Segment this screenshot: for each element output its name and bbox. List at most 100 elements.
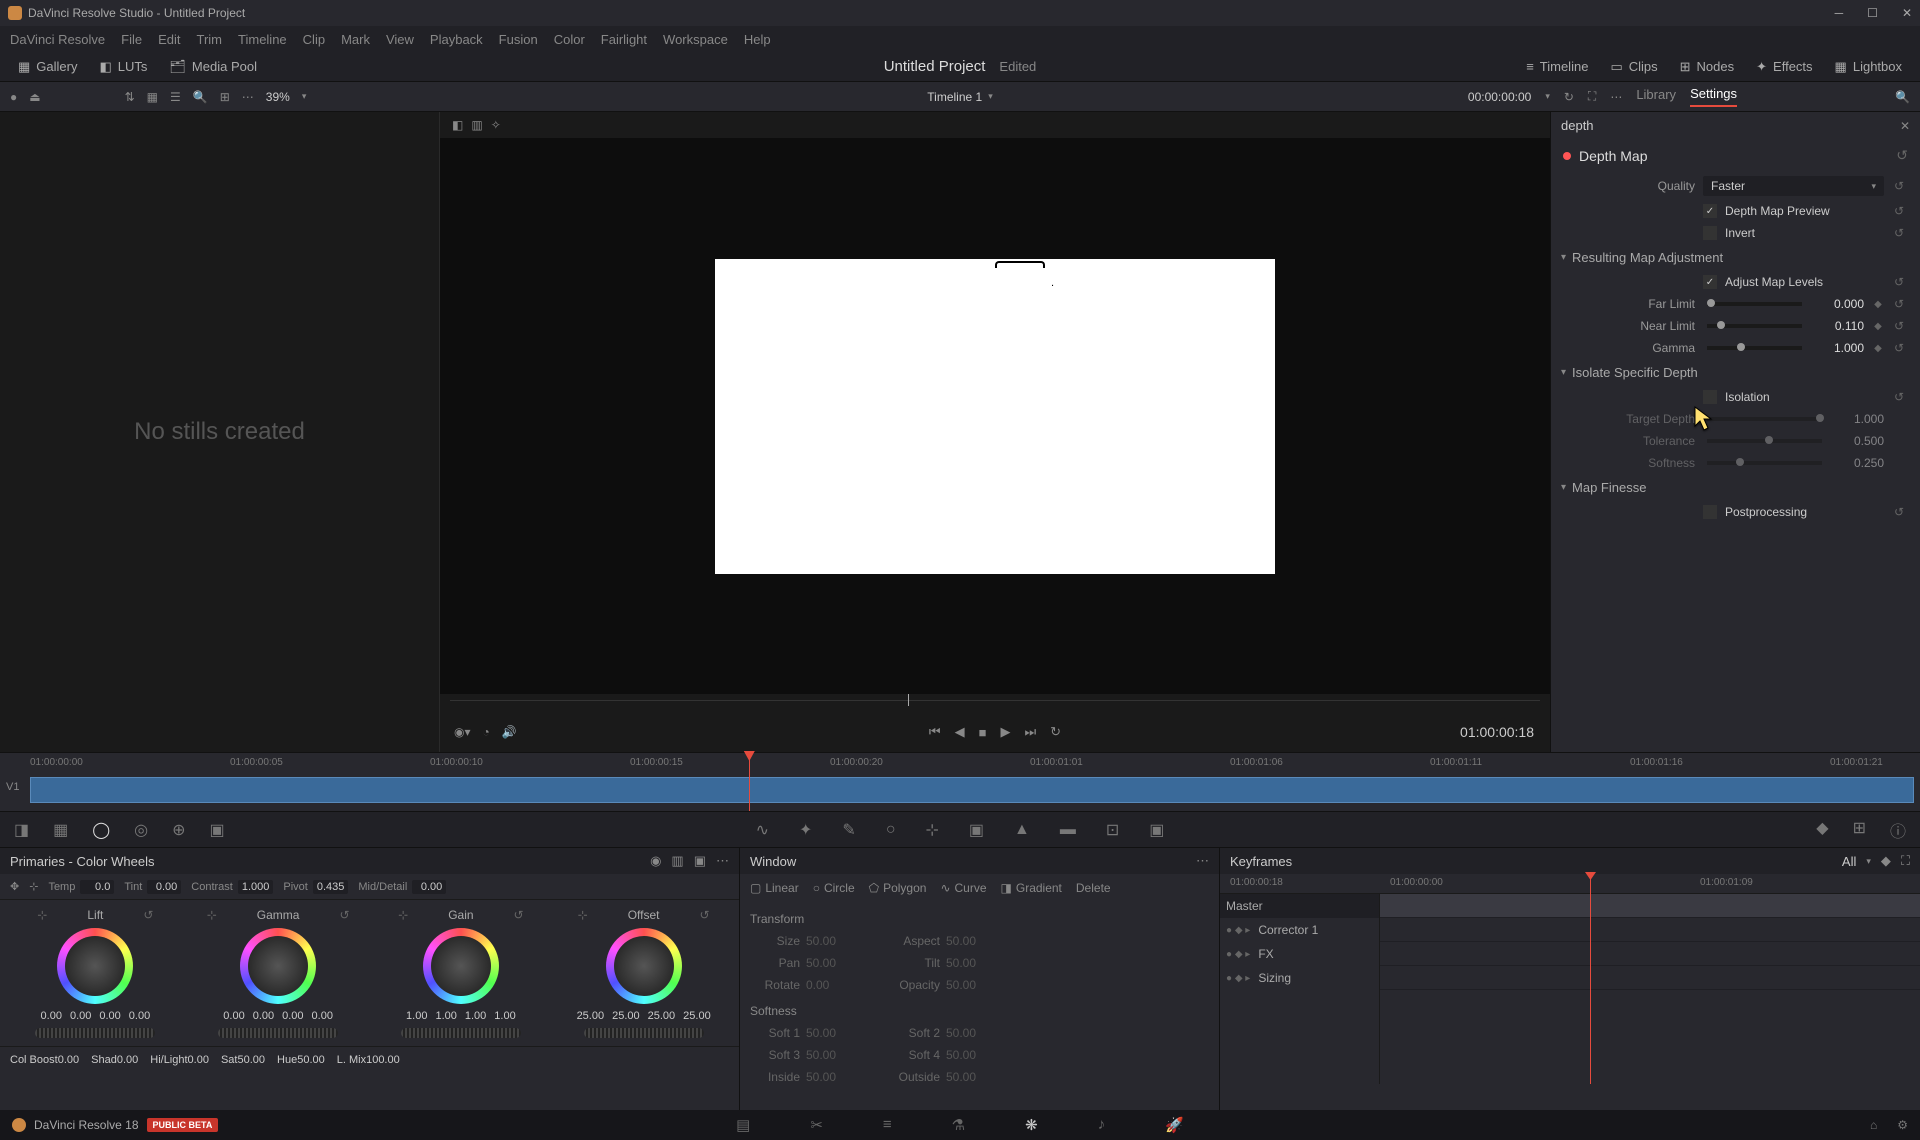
reset-icon[interactable]: ↺ xyxy=(514,908,524,922)
chevron-down-icon[interactable]: ▾ xyxy=(988,91,993,102)
viewer-timecode[interactable]: 00:00:00:00 xyxy=(1468,90,1531,104)
window-close[interactable]: ✕ xyxy=(1902,6,1912,20)
loop-icon[interactable]: ↻ xyxy=(1564,90,1574,104)
keyframe-icon[interactable]: ◆ xyxy=(1872,321,1884,332)
temp-value[interactable]: 0.0 xyxy=(80,880,114,894)
menu-workspace[interactable]: Workspace xyxy=(663,32,728,47)
page-color-icon[interactable]: ❋ xyxy=(1025,1116,1038,1134)
keyframes-filter[interactable]: All xyxy=(1842,854,1856,869)
bars-mode-icon[interactable]: ▥ xyxy=(671,853,683,869)
clear-search-icon[interactable]: ✕ xyxy=(1900,119,1910,133)
search-icon[interactable]: 🔍 xyxy=(193,90,208,104)
near-limit-slider[interactable] xyxy=(1707,324,1802,328)
wheel-val[interactable]: 0.00 xyxy=(70,1010,91,1022)
sizing-icon[interactable]: ⊡ xyxy=(1106,820,1119,840)
menu-edit[interactable]: Edit xyxy=(158,32,180,47)
shad-value[interactable]: 0.00 xyxy=(117,1054,138,1066)
sat-value[interactable]: 50.00 xyxy=(237,1054,265,1066)
wheel-val[interactable]: 0.00 xyxy=(129,1010,150,1022)
wheel-val[interactable]: 0.00 xyxy=(253,1010,274,1022)
page-fairlight-icon[interactable]: ♪ xyxy=(1098,1116,1106,1134)
window-icon[interactable]: ○ xyxy=(886,821,896,839)
wheel-val[interactable]: 0.00 xyxy=(223,1010,244,1022)
wheel-val[interactable]: 25.00 xyxy=(612,1010,640,1022)
prev-frame-icon[interactable]: ◀ xyxy=(955,724,965,740)
key-icon[interactable]: ▬ xyxy=(1060,821,1076,839)
viewer-scrubber[interactable] xyxy=(450,694,1540,708)
reset-icon[interactable]: ↺ xyxy=(1892,226,1906,240)
zoom-value[interactable]: 39% xyxy=(266,90,290,104)
more-icon[interactable]: ⋯ xyxy=(242,90,254,104)
page-fusion-icon[interactable]: ⚗ xyxy=(952,1116,965,1134)
contrast-value[interactable]: 1.000 xyxy=(238,880,274,894)
section-isolate-header[interactable]: ▾ Isolate Specific Depth xyxy=(1551,359,1920,386)
reset-icon[interactable]: ↺ xyxy=(1892,390,1906,404)
wheel-val[interactable]: 25.00 xyxy=(683,1010,711,1022)
play-icon[interactable]: ▶ xyxy=(1000,724,1010,740)
reset-icon[interactable]: ↺ xyxy=(143,908,153,922)
menu-file[interactable]: File xyxy=(121,32,142,47)
kf-tree-fx[interactable]: ● ◆ ▸FX xyxy=(1220,942,1379,966)
curves-icon[interactable]: ∿ xyxy=(756,820,769,840)
keyframe-icon[interactable]: ◆ xyxy=(1872,299,1884,310)
chevron-down-icon[interactable]: ▾ xyxy=(1866,856,1871,867)
wheel-val[interactable]: 1.00 xyxy=(465,1010,486,1022)
motion-effects-icon[interactable]: ▣ xyxy=(210,820,225,840)
wheel-val[interactable]: 0.00 xyxy=(312,1010,333,1022)
gallery-button[interactable]: ▦Gallery xyxy=(12,56,83,78)
media-pool-button[interactable]: 🗂Media Pool xyxy=(163,56,263,78)
wheel-val[interactable]: 0.00 xyxy=(99,1010,120,1022)
more-icon[interactable]: ⋯ xyxy=(1610,90,1622,104)
stop-icon[interactable]: ■ xyxy=(979,725,987,740)
wheel-val[interactable]: 25.00 xyxy=(648,1010,676,1022)
mute-icon[interactable]: 🔊 xyxy=(502,725,517,739)
pivot-value[interactable]: 0.435 xyxy=(313,880,349,894)
menu-fairlight[interactable]: Fairlight xyxy=(601,32,647,47)
effect-active-icon[interactable] xyxy=(1563,152,1571,160)
page-deliver-icon[interactable]: 🚀 xyxy=(1165,1116,1184,1134)
nodes-button[interactable]: ⊞Nodes xyxy=(1674,56,1740,78)
highlight-icon[interactable]: ✧ xyxy=(491,118,501,132)
info-icon[interactable]: ⓘ xyxy=(1890,818,1906,842)
split-screen-icon[interactable]: ▥ xyxy=(471,118,482,132)
section-adjust-header[interactable]: ▾ Resulting Map Adjustment xyxy=(1551,244,1920,271)
menu-color[interactable]: Color xyxy=(554,32,585,47)
reset-icon[interactable]: ↺ xyxy=(339,908,349,922)
invert-checkbox[interactable] xyxy=(1703,226,1717,240)
home-icon[interactable]: ⌂ xyxy=(1870,1118,1877,1132)
near-limit-value[interactable]: 0.110 xyxy=(1814,319,1864,333)
page-edit-icon[interactable]: ≡ xyxy=(883,1116,892,1134)
search-icon[interactable]: 🔍 xyxy=(1895,90,1910,104)
reset-icon[interactable]: ↺ xyxy=(1892,179,1906,193)
expand-icon[interactable]: ⛶ xyxy=(1901,853,1910,869)
menu-resolve[interactable]: DaVinci Resolve xyxy=(10,32,105,47)
page-media-icon[interactable]: ▤ xyxy=(736,1116,750,1134)
gamma-slider[interactable] xyxy=(1707,346,1802,350)
shape-linear[interactable]: ▢Linear xyxy=(750,881,799,895)
wheel-val[interactable]: 0.00 xyxy=(41,1010,62,1022)
lmix-value[interactable]: 100.00 xyxy=(366,1054,400,1066)
wheel-val[interactable]: 1.00 xyxy=(494,1010,515,1022)
menu-clip[interactable]: Clip xyxy=(303,32,325,47)
timeline-ruler[interactable]: 01:00:00:00 01:00:00:05 01:00:00:10 01:0… xyxy=(0,753,1920,775)
adjust-levels-checkbox[interactable]: ✓ xyxy=(1703,275,1717,289)
preview-checkbox[interactable]: ✓ xyxy=(1703,204,1717,218)
primaries-icon[interactable]: ◯ xyxy=(92,820,110,840)
settings-search-input[interactable] xyxy=(1561,118,1900,133)
reset-icon[interactable]: ↺ xyxy=(1892,297,1906,311)
reset-icon[interactable]: ↺ xyxy=(1892,341,1906,355)
menu-timeline[interactable]: Timeline xyxy=(238,32,287,47)
loop-toggle-icon[interactable]: ↻ xyxy=(1050,724,1061,740)
window-maximize[interactable]: ☐ xyxy=(1867,6,1878,20)
wheel-val[interactable]: 1.00 xyxy=(435,1010,456,1022)
viewer-canvas[interactable]: . xyxy=(715,259,1275,574)
record-icon[interactable]: ● xyxy=(10,90,17,104)
timeline-playhead[interactable] xyxy=(749,753,750,811)
hilight-value[interactable]: 0.00 xyxy=(188,1054,209,1066)
menu-mark[interactable]: Mark xyxy=(341,32,370,47)
color-wheel[interactable] xyxy=(240,928,316,1004)
log-mode-icon[interactable]: ▣ xyxy=(694,853,706,869)
timeline-panel[interactable]: V1 01:00:00:00 01:00:00:05 01:00:00:10 0… xyxy=(0,752,1920,812)
hue-value[interactable]: 50.00 xyxy=(297,1054,325,1066)
rgb-mixer-icon[interactable]: ⊕ xyxy=(172,820,185,840)
